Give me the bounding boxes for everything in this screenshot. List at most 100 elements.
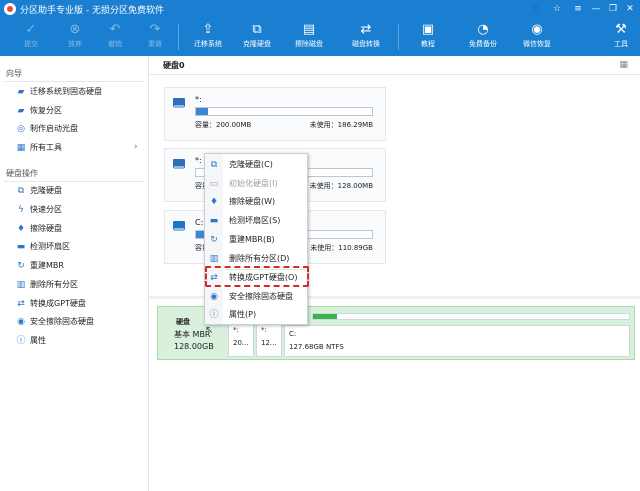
migrate-os-icon: ⇪ (202, 22, 214, 37)
info-icon: ⓘ (209, 310, 219, 320)
menu-item-init-disk[interactable]: ▭ 初始化硬盘(I) (205, 175, 307, 193)
mbr-icon: ↻ (210, 235, 218, 245)
wechat-recovery-icon: ◉ (531, 22, 543, 37)
tutorial-button[interactable]: ▣ 教程 (405, 20, 451, 54)
redo-icon: ↷ (149, 22, 161, 37)
partition-name: *: (195, 95, 202, 104)
mouse-cursor-icon: ↖ (205, 325, 214, 336)
tutorial-icon: ▣ (421, 22, 435, 37)
restore-icon: ▰ (17, 105, 25, 116)
partition-capacity: 容量：200.00MB (195, 121, 252, 129)
quick-partition-icon: ϟ (18, 204, 24, 215)
disk-map-name: 硬盘 (176, 318, 190, 326)
info-icon: ⓘ (16, 335, 26, 346)
all-tools-icon: ▦ (16, 142, 26, 153)
sidebar-item-convert-gpt[interactable]: ⇄ 转换成GPT硬盘 (16, 296, 86, 312)
wizard-section-title: 向导 (6, 69, 22, 78)
clone-disk-icon: ⧉ (252, 22, 262, 37)
delete-all-icon: ▥ (209, 254, 219, 264)
partition-name: C: (195, 218, 204, 227)
migrate-icon: ▰ (17, 86, 25, 97)
partition-free: 未使用：128.00MB (309, 182, 373, 190)
disk-map-partition[interactable]: *: 12... (256, 321, 282, 357)
menu-item-secure-erase[interactable]: ◉ 安全擦除固态硬盘 (205, 288, 307, 306)
redo-button[interactable]: ↷ 重做 (132, 20, 178, 54)
title-bar: 分区助手专业版 - 无损分区免费软件 👤 ☆ ≡ — ❐ ✕ (0, 0, 640, 18)
wipe-icon: ♦ (16, 223, 26, 234)
chevron-right-icon[interactable]: › (134, 142, 138, 152)
disk-map-partition[interactable]: C: 127.68GB NTFS (284, 325, 630, 357)
menu-icon[interactable]: ≡ (571, 2, 585, 16)
tools-button[interactable]: ⚒ 工具 (598, 20, 640, 54)
convert-disk-button[interactable]: ⇄ 磁盘转换 (343, 20, 389, 54)
menu-item-properties[interactable]: ⓘ 属性(P) (205, 306, 307, 324)
maximize-button[interactable]: ❐ (606, 2, 620, 16)
wipe-disk-button[interactable]: ▤ 擦除磁盘 (286, 20, 332, 54)
discard-icon: ⊗ (69, 22, 81, 37)
partition-free: 未使用：110.89GB (310, 244, 373, 252)
partition-drive-icon (173, 98, 185, 108)
clone-disk-button[interactable]: ⧉ 克隆硬盘 (234, 20, 280, 54)
sidebar-item-properties[interactable]: ⓘ 属性 (16, 333, 46, 349)
menu-item-bad-sector[interactable]: ▬ 检测坏扇区(S) (205, 212, 307, 230)
convert-disk-icon: ⇄ (360, 22, 372, 37)
secure-erase-icon: ◉ (17, 316, 25, 327)
highlight-box (205, 266, 309, 287)
sidebar-item-wipe-disk[interactable]: ♦ 擦除硬盘 (16, 221, 62, 237)
sidebar-item-secure-erase[interactable]: ◉ 安全擦除固态硬盘 (16, 314, 94, 330)
bad-sector-icon: ▬ (16, 241, 26, 252)
clone-icon: ⧉ (17, 185, 25, 196)
wipe-disk-icon: ▤ (302, 22, 316, 37)
partition-card[interactable]: *: 容量：200.00MB 未使用：186.29MB (164, 87, 386, 141)
user-icon[interactable]: 👤 (529, 2, 543, 16)
bad-sector-icon: ▬ (209, 216, 219, 226)
partition-usage-bar (195, 107, 373, 116)
context-menu: ⧉ 克隆硬盘(C) ▭ 初始化硬盘(I) ♦ 擦除硬盘(W) ▬ 检测坏扇区(S) ↻ 重… (204, 153, 308, 325)
partition-free: 未使用：186.29MB (309, 121, 373, 129)
delete-all-icon: ▥ (16, 279, 26, 290)
commit-button[interactable]: ✓ 提交 (8, 20, 54, 54)
partition-name: *: (195, 156, 202, 165)
view-toggle-icon[interactable]: ▦ (619, 60, 628, 70)
disk-map-size: 128.00GB (174, 342, 214, 351)
menu-item-clone-disk[interactable]: ⧉ 克隆硬盘(C) (205, 156, 307, 174)
disk-map-partition[interactable]: *: 20... (228, 321, 254, 357)
wechat-recovery-button[interactable]: ◉ 微信恢复 (514, 20, 560, 54)
close-button[interactable]: ✕ (623, 2, 637, 16)
bootdisk-icon: ◎ (17, 123, 25, 134)
undo-icon: ↶ (109, 22, 121, 37)
commit-icon: ✓ (25, 22, 37, 37)
sidebar-item-migrate[interactable]: ▰ 迁移系统到固态硬盘 (16, 84, 102, 100)
windows-drive-icon (173, 221, 185, 231)
menu-item-wipe-disk[interactable]: ♦ 擦除硬盘(W) (205, 193, 307, 211)
disk-header: 硬盘0 ▦ (149, 56, 640, 75)
mbr-icon: ↻ (17, 260, 25, 271)
clone-disk-icon: ⧉ (210, 160, 218, 170)
backup-button[interactable]: ◔ 免费备份 (460, 20, 506, 54)
sidebar-item-all-tools[interactable]: ▦ 所有工具 (16, 140, 62, 156)
sidebar: 向导 ▰ 迁移系统到固态硬盘 ▰ 恢复分区 ◎ 制作启动光盘 ▦ 所有工具 › 硬盘操作… (0, 56, 149, 491)
pin-icon[interactable]: ☆ (550, 2, 564, 16)
disk-map-usage-bar (312, 313, 630, 320)
disk-ops-section-title: 硬盘操作 (6, 169, 38, 178)
sidebar-item-bad-sector[interactable]: ▬ 检测坏扇区 (16, 239, 70, 255)
sidebar-item-restore[interactable]: ▰ 恢复分区 (16, 103, 62, 119)
gpt-icon: ⇄ (17, 298, 25, 309)
backup-icon: ◔ (477, 22, 489, 37)
migrate-os-button[interactable]: ⇪ 迁移系统 (185, 20, 231, 54)
menu-item-rebuild-mbr[interactable]: ↻ 重建MBR(B) (205, 231, 307, 249)
window-title: 分区助手专业版 - 无损分区免费软件 (20, 6, 164, 16)
app-logo-icon (4, 3, 16, 15)
main-toolbar: ✓ 提交 ⊗ 放弃 ↶ 撤销 ↷ 重做 ⇪ 迁移系统 ⧉ 克隆硬盘 ▤ 擦除磁盘 ⇄ 磁盘转换 … (0, 18, 640, 56)
secure-erase-icon: ◉ (210, 292, 218, 302)
sidebar-item-delete-all[interactable]: ▥ 删除所有分区 (16, 277, 78, 293)
init-disk-icon: ▭ (209, 179, 219, 189)
minimize-button[interactable]: — (589, 2, 603, 16)
partition-drive-icon (173, 159, 185, 169)
disk-title: 硬盘0 (163, 61, 185, 70)
sidebar-item-bootdisk[interactable]: ◎ 制作启动光盘 (16, 121, 78, 137)
wipe-disk-icon: ♦ (209, 197, 219, 207)
sidebar-item-rebuild-mbr[interactable]: ↻ 重建MBR (16, 258, 64, 274)
sidebar-item-quick-partition[interactable]: ϟ 快速分区 (16, 202, 62, 218)
sidebar-item-clone-disk[interactable]: ⧉ 克隆硬盘 (16, 183, 62, 199)
